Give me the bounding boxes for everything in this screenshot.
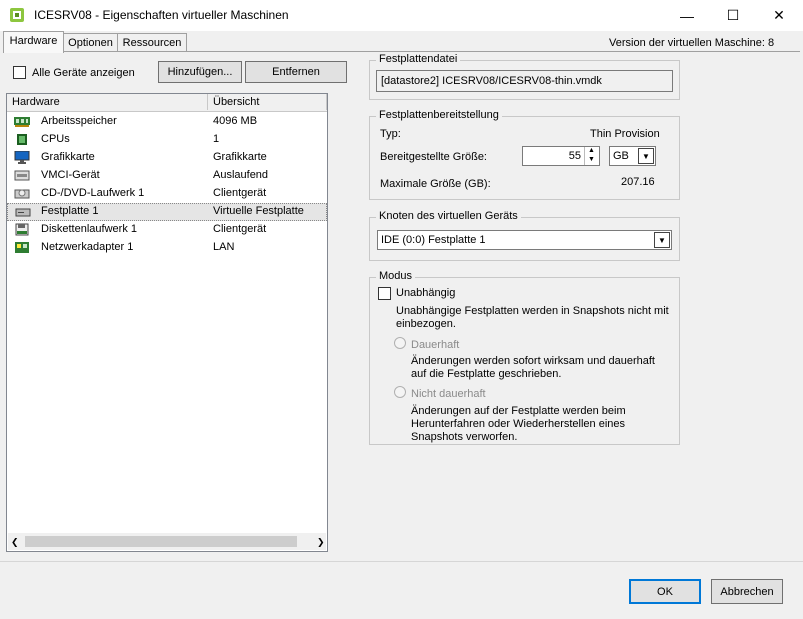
window-title: ICESRV08 - Eigenschaften virtueller Masc… <box>34 8 289 22</box>
vm-version-label: Version der virtuellen Maschine: 8 <box>609 37 775 49</box>
independent-label: Unabhängig <box>396 287 456 299</box>
provisioning-type-label: Typ: <box>380 128 401 140</box>
title-bar: ICESRV08 - Eigenschaften virtueller Masc… <box>0 0 803 31</box>
scroll-left-icon[interactable]: ❮ <box>11 537 19 548</box>
hardware-row-festplatte[interactable]: Festplatte 1 Virtuelle Festplatte <box>7 203 327 221</box>
chevron-down-icon[interactable]: ▼ <box>638 148 654 164</box>
persistent-label: Dauerhaft <box>411 339 460 351</box>
list-header: Hardware Übersicht <box>7 94 327 112</box>
independent-checkbox[interactable] <box>378 287 391 300</box>
vmci-icon <box>14 170 30 181</box>
provisioned-size-label: Bereitgestellte Größe: <box>380 151 487 163</box>
network-adapter-icon <box>15 242 29 253</box>
floppy-icon <box>15 223 29 236</box>
mode-group-title: Modus <box>376 270 416 282</box>
disk-file-group: Festplattendatei [datastore2] ICESRV08/I… <box>369 53 680 100</box>
device-node-group-title: Knoten des virtuellen Geräts <box>376 210 521 222</box>
cpu-icon <box>17 134 27 145</box>
hardware-row-cpus[interactable]: CPUs 1 <box>7 131 327 149</box>
column-header-summary[interactable]: Übersicht <box>208 94 327 110</box>
minimize-icon: — <box>680 7 694 24</box>
memory-icon <box>14 117 30 127</box>
device-node-select[interactable]: IDE (0:0) Festplatte 1 ▼ <box>377 230 672 250</box>
max-size-label: Maximale Größe (GB): <box>380 178 491 190</box>
disk-file-path-field: [datastore2] ICESRV08/ICESRV08-thin.vmdk <box>376 70 673 92</box>
close-button[interactable]: ✕ <box>756 0 802 31</box>
hardware-row-netzwerkadapter[interactable]: Netzwerkadapter 1 LAN <box>7 239 327 257</box>
size-unit-select[interactable]: GB ▼ <box>609 146 656 166</box>
persistent-radio[interactable] <box>394 337 406 349</box>
disk-file-group-title: Festplattendatei <box>376 53 461 65</box>
provisioning-type-value: Thin Provision <box>590 128 660 140</box>
tab-optionen[interactable]: Optionen <box>63 33 118 52</box>
hardware-row-cd-dvd[interactable]: CD-/DVD-Laufwerk 1 Clientgerät <box>7 185 327 203</box>
provisioned-size-input[interactable]: 55 ▲ ▼ <box>522 146 600 166</box>
harddisk-icon <box>15 208 31 217</box>
vsphere-app-icon <box>10 8 24 22</box>
cancel-button[interactable]: Abbrechen <box>711 579 783 604</box>
show-all-devices-checkbox[interactable] <box>13 66 26 79</box>
hardware-list[interactable]: Hardware Übersicht Arbeitsspeicher 4096 … <box>6 93 328 552</box>
maximize-button[interactable]: ☐ <box>710 0 756 31</box>
nonpersistent-label: Nicht dauerhaft <box>411 388 486 400</box>
remove-button[interactable]: Entfernen <box>245 61 347 83</box>
monitor-icon <box>14 151 30 164</box>
close-icon: ✕ <box>773 7 785 23</box>
maximize-icon: ☐ <box>726 7 740 23</box>
tab-hardware[interactable]: Hardware <box>3 31 64 53</box>
max-size-value: 207.16 <box>621 176 655 188</box>
spin-down-icon[interactable]: ▼ <box>588 156 595 163</box>
minimize-button[interactable]: — <box>664 0 710 31</box>
hardware-row-grafikkarte[interactable]: Grafikkarte Grafikkarte <box>7 149 327 167</box>
size-spinner[interactable]: ▲ ▼ <box>584 147 599 165</box>
scrollbar-thumb[interactable] <box>25 536 297 547</box>
cd-drive-icon <box>14 189 30 199</box>
column-header-hardware[interactable]: Hardware <box>7 94 208 110</box>
tab-ressourcen[interactable]: Ressourcen <box>117 33 187 52</box>
chevron-down-icon[interactable]: ▼ <box>654 232 670 248</box>
horizontal-scrollbar[interactable]: ❮ ❯ <box>8 533 326 550</box>
show-all-devices-label: Alle Geräte anzeigen <box>32 67 135 79</box>
mode-group: Modus Unabhängig Unabhängige Festplatten… <box>369 270 680 445</box>
device-node-group: Knoten des virtuellen Geräts IDE (0:0) F… <box>369 210 680 261</box>
hardware-row-diskette[interactable]: Diskettenlaufwerk 1 Clientgerät <box>7 221 327 239</box>
spin-up-icon[interactable]: ▲ <box>588 147 595 154</box>
scroll-right-icon[interactable]: ❯ <box>317 537 325 548</box>
hardware-row-arbeitsspeicher[interactable]: Arbeitsspeicher 4096 MB <box>7 113 327 131</box>
add-button[interactable]: Hinzufügen... <box>158 61 242 83</box>
disk-provisioning-group: Festplattenbereitstellung Typ: Thin Prov… <box>369 109 680 200</box>
nonpersistent-radio[interactable] <box>394 386 406 398</box>
ok-button[interactable]: OK <box>629 579 701 604</box>
disk-provisioning-group-title: Festplattenbereitstellung <box>376 109 502 121</box>
hardware-row-vmci[interactable]: VMCI-Gerät Auslaufend <box>7 167 327 185</box>
